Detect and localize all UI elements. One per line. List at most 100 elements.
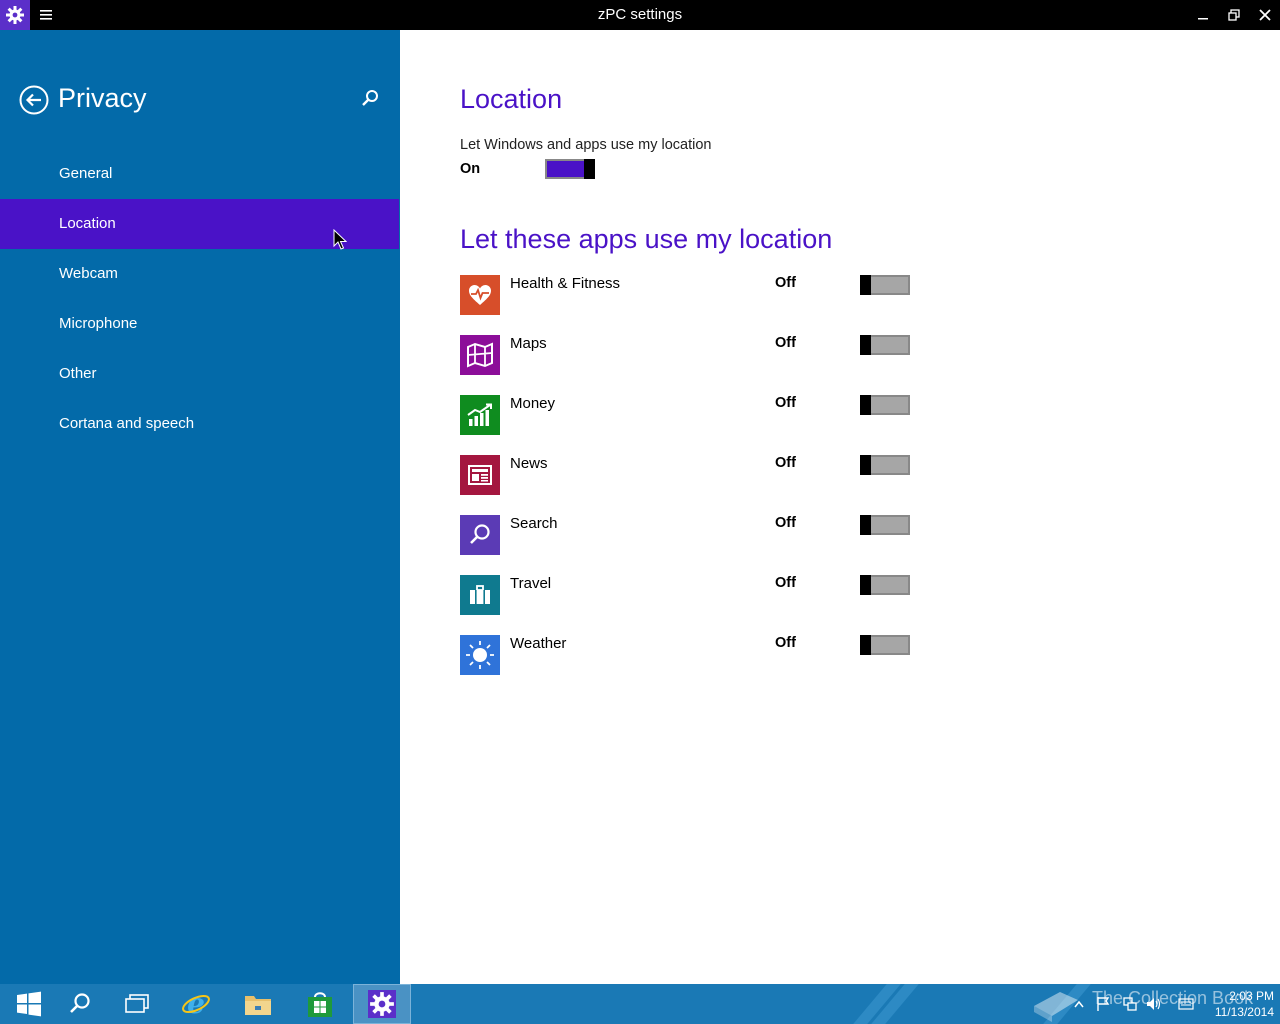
sidebar-item-label: Microphone (59, 315, 138, 332)
tray-overflow-button[interactable] (1072, 984, 1086, 1024)
heart-pulse-icon (460, 275, 500, 315)
minimize-icon (1198, 18, 1208, 20)
title-bar: zPC settings (0, 0, 1280, 30)
sidebar-item-other[interactable]: Other (0, 349, 399, 399)
toggle-thumb (860, 455, 871, 475)
hamburger-menu-icon[interactable] (36, 4, 56, 26)
app-name: Money (510, 395, 556, 412)
taskbar-search-button[interactable] (51, 984, 109, 1024)
sidebar-item-label: General (59, 165, 113, 182)
search-button[interactable] (360, 88, 382, 110)
app-row-weather: Weather Off (460, 635, 920, 675)
location-toggle[interactable] (545, 159, 595, 179)
folder-icon (245, 996, 271, 1015)
speaker-icon (1147, 998, 1161, 1010)
restore-icon (1228, 9, 1240, 21)
sun-icon (460, 635, 500, 675)
volume-button[interactable] (1144, 984, 1164, 1024)
newspaper-icon (460, 455, 500, 495)
settings-app-icon[interactable] (0, 0, 30, 30)
task-view-button[interactable] (108, 984, 166, 1024)
toggle-thumb (860, 335, 871, 355)
restore-button[interactable] (1219, 0, 1249, 30)
app-name: Travel (510, 575, 552, 592)
close-button[interactable] (1250, 0, 1280, 30)
start-button[interactable] (0, 984, 58, 1024)
page-title: Privacy (58, 83, 147, 113)
clock-time: 2:03 PM (1229, 989, 1274, 1003)
gear-icon (368, 990, 396, 1018)
chart-up-icon (460, 395, 500, 435)
app-row-news: News Off (460, 455, 920, 495)
sidebar-item-label: Webcam (59, 265, 118, 282)
app-toggle-search[interactable] (860, 515, 910, 535)
internet-explorer-icon: e (182, 989, 210, 1019)
windows-logo-icon (17, 991, 41, 1017)
app-toggle-state: Off (775, 575, 796, 591)
app-row-travel: Travel Off (460, 575, 920, 615)
app-toggle-travel[interactable] (860, 575, 910, 595)
minimize-button[interactable] (1188, 0, 1218, 30)
app-toggle-state: Off (775, 335, 796, 351)
svg-text:e: e (187, 989, 205, 1019)
task-view-icon (125, 994, 149, 1013)
file-explorer-button[interactable] (229, 984, 287, 1024)
section-heading-location: Location (460, 84, 563, 114)
back-arrow-icon (19, 85, 49, 115)
app-row-search: Search Off (460, 515, 920, 555)
map-icon (460, 335, 500, 375)
app-name: News (510, 455, 548, 472)
chevron-up-icon (1074, 1000, 1084, 1008)
location-toggle-state: On (460, 161, 481, 177)
network-button[interactable] (1120, 984, 1140, 1024)
mouse-cursor-icon (333, 229, 347, 250)
keyboard-icon (1178, 998, 1194, 1010)
flag-icon (1097, 997, 1110, 1011)
window-title: zPC settings (597, 6, 683, 23)
clock[interactable]: 2:03 PM 11/13/2014 (1196, 988, 1274, 1020)
app-name: Weather (510, 635, 567, 652)
sidebar-item-cortana-and-speech[interactable]: Cortana and speech (0, 399, 399, 449)
app-row-health-fitness: Health & Fitness Off (460, 275, 920, 315)
app-toggle-weather[interactable] (860, 635, 910, 655)
search-icon (460, 515, 500, 555)
taskbar: e The Collection Book 2:03 PM 11/13/2014 (0, 984, 1280, 1024)
back-button[interactable] (19, 85, 49, 115)
suitcase-icon (460, 575, 500, 615)
keyboard-button[interactable] (1176, 984, 1196, 1024)
internet-explorer-button[interactable]: e (167, 984, 225, 1024)
toggle-thumb (860, 515, 871, 535)
section-heading-apps: Let these apps use my location (460, 224, 833, 254)
app-toggle-news[interactable] (860, 455, 910, 475)
sidebar-item-general[interactable]: General (0, 149, 399, 199)
app-toggle-state: Off (775, 635, 796, 651)
store-button[interactable] (291, 984, 349, 1024)
app-toggle-money[interactable] (860, 395, 910, 415)
location-toggle-label: Let Windows and apps use my location (460, 137, 712, 153)
app-row-money: Money Off (460, 395, 920, 435)
sidebar-item-webcam[interactable]: Webcam (0, 249, 399, 299)
toggle-thumb (584, 159, 595, 179)
app-toggle-state: Off (775, 515, 796, 531)
search-icon (362, 90, 378, 106)
search-icon (70, 993, 90, 1013)
sidebar-item-label: Other (59, 365, 97, 382)
gear-icon (6, 6, 24, 24)
sidebar-item-label: Location (59, 215, 116, 232)
clock-date: 11/13/2014 (1214, 1005, 1274, 1019)
app-toggle-state: Off (775, 275, 796, 291)
toggle-thumb (860, 575, 871, 595)
action-center-button[interactable] (1094, 984, 1112, 1024)
sidebar-item-microphone[interactable]: Microphone (0, 299, 399, 349)
sidebar: Privacy General Location Webcam Micropho… (0, 30, 400, 984)
main-content: Location Let Windows and apps use my loc… (400, 30, 1280, 984)
app-toggle-maps[interactable] (860, 335, 910, 355)
app-toggle-state: Off (775, 395, 796, 411)
app-toggle-health-fitness[interactable] (860, 275, 910, 295)
store-bag-icon (308, 992, 332, 1017)
toggle-thumb (860, 275, 871, 295)
sidebar-item-label: Cortana and speech (59, 415, 195, 432)
settings-taskbar-button[interactable] (353, 984, 411, 1024)
network-icon (1123, 997, 1137, 1011)
toggle-thumb (860, 635, 871, 655)
